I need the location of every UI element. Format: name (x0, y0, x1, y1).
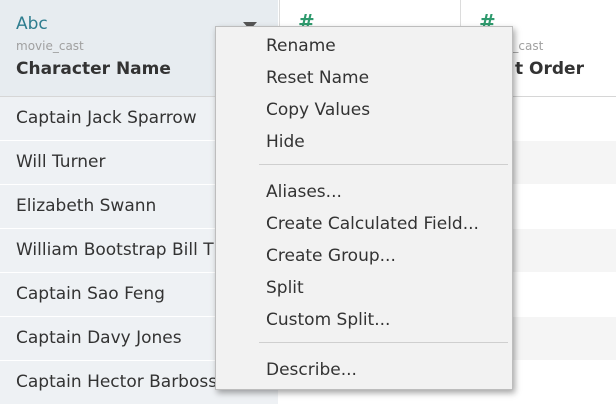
menu-item-aliases[interactable]: Aliases... (266, 182, 342, 202)
menu-item-create-group[interactable]: Create Group... (266, 246, 396, 266)
cell-value: William Bootstrap Bill T (16, 240, 214, 260)
menu-item-copy-values[interactable]: Copy Values (266, 100, 370, 120)
menu-item-hide[interactable]: Hide (266, 132, 305, 152)
menu-item-custom-split[interactable]: Custom Split... (266, 310, 390, 330)
column-context-menu: Rename Reset Name Copy Values Hide Alias… (215, 26, 513, 390)
menu-item-rename[interactable]: Rename (266, 36, 336, 56)
column-field-name: Character Name (16, 59, 171, 79)
column-field-name: t Order (515, 59, 584, 79)
menu-separator (259, 342, 508, 343)
cell-value: Captain Davy Jones (16, 328, 182, 348)
menu-item-create-calculated-field[interactable]: Create Calculated Field... (266, 214, 479, 234)
cell-value: Captain Sao Feng (16, 284, 165, 304)
string-type-icon[interactable]: Abc (16, 14, 48, 34)
menu-separator (259, 164, 508, 165)
column-source-label: movie_cast (16, 39, 84, 53)
menu-item-split[interactable]: Split (266, 278, 304, 298)
cell-value: Captain Hector Barboss (16, 372, 218, 392)
menu-item-describe[interactable]: Describe... (266, 360, 357, 380)
cell-value: Will Turner (16, 152, 106, 172)
menu-item-reset-name[interactable]: Reset Name (266, 68, 369, 88)
cell-value: Captain Jack Sparrow (16, 108, 197, 128)
cell-value: Elizabeth Swann (16, 196, 157, 216)
